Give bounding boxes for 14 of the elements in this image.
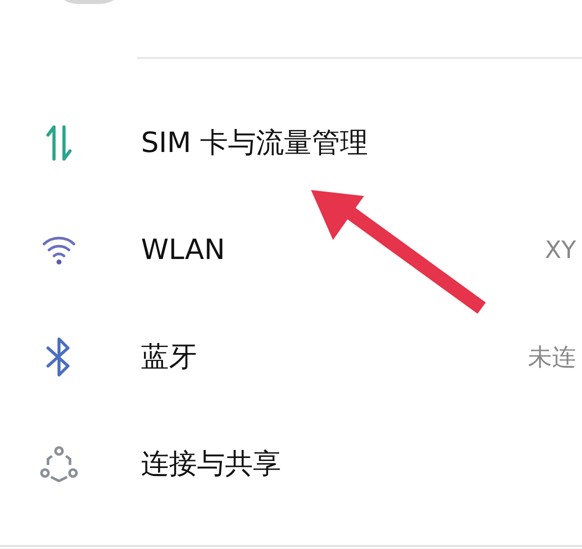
- item-value: XY: [544, 236, 576, 264]
- settings-item[interactable]: 连接与共享: [0, 410, 582, 517]
- item-label: SIM 卡与流量管理: [140, 124, 368, 160]
- item-label: 连接与共享: [140, 446, 281, 482]
- item-value: 未连: [528, 342, 576, 372]
- item-label: 蓝牙: [140, 338, 197, 374]
- share-network-icon: [38, 446, 78, 482]
- settings-item[interactable]: WLAN XY: [0, 196, 582, 303]
- item-label: WLAN: [140, 233, 226, 266]
- wifi-icon: [40, 234, 76, 264]
- settings-item[interactable]: SIM 卡与流量管理: [0, 89, 582, 196]
- settings-item[interactable]: 蓝牙 未连: [0, 303, 582, 410]
- up-down-arrows-icon: [46, 124, 72, 160]
- bluetooth-icon: [44, 336, 72, 376]
